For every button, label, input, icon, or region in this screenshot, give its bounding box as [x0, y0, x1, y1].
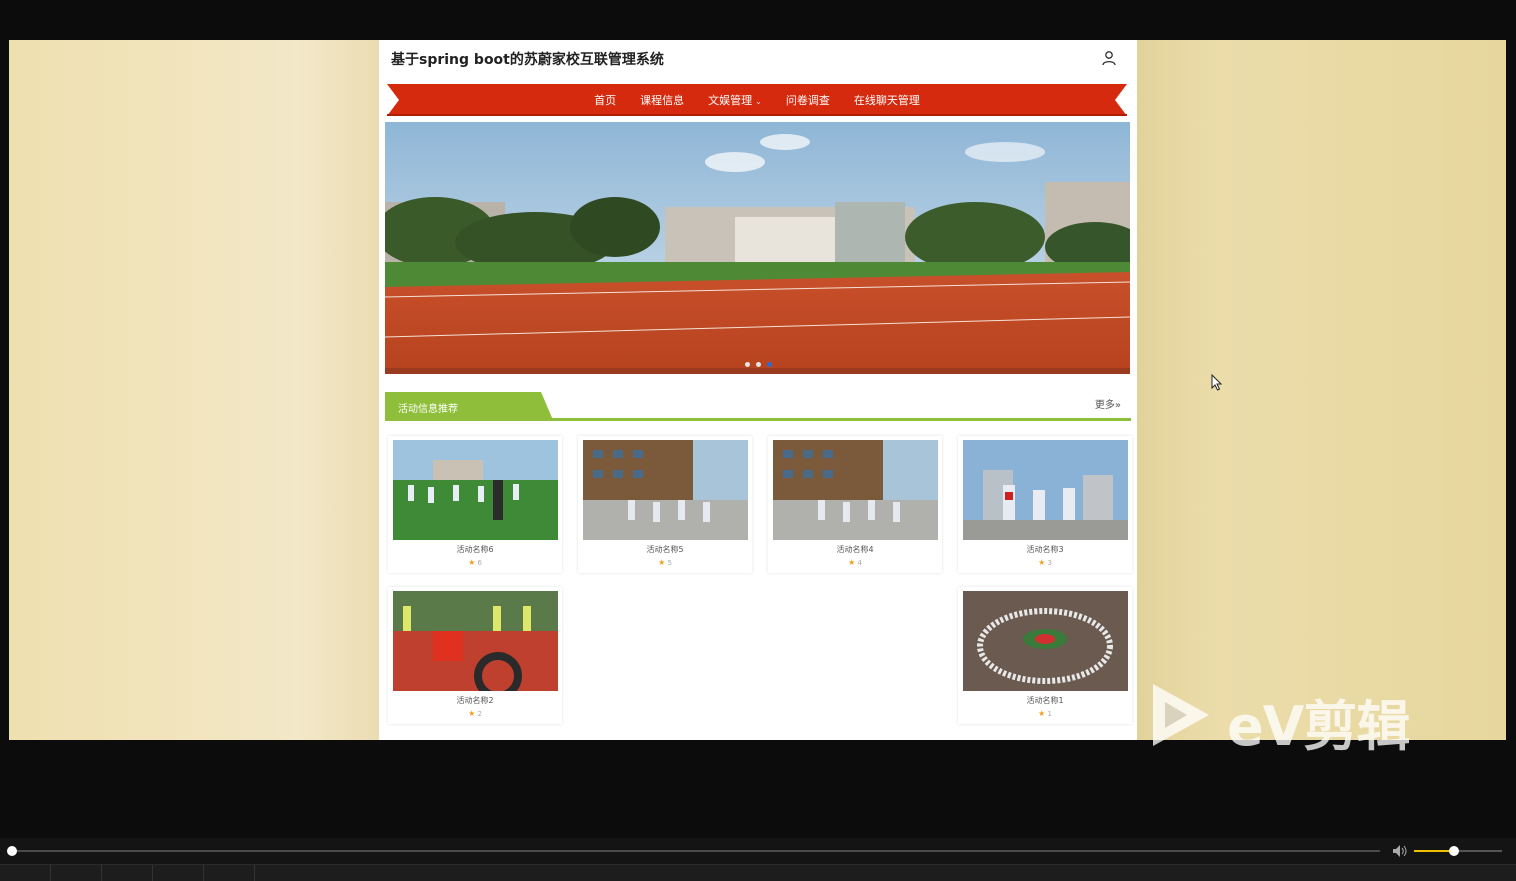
watermark-text: eV剪辑	[1227, 695, 1410, 758]
activity-card[interactable]: 活动名称6 ★ 6	[388, 436, 562, 573]
more-link[interactable]: 更多»	[1095, 396, 1121, 411]
activity-rating: ★ 6	[388, 558, 562, 567]
activity-thumbnail	[393, 440, 558, 540]
timeline-segment[interactable]	[51, 865, 102, 881]
timeline-segment[interactable]	[153, 865, 204, 881]
section-divider	[385, 418, 1131, 421]
activity-rating: ★ 1	[958, 709, 1132, 718]
activity-rating: ★ 3	[958, 558, 1132, 567]
nav-item-course-info[interactable]: 课程信息	[640, 92, 684, 108]
video-frame: 基于spring boot的苏蔚家校互联管理系统 首页 课程信息 文娱管理 ⌄ 问…	[9, 40, 1506, 740]
player-controls	[0, 838, 1516, 881]
volume-knob[interactable]	[1448, 846, 1459, 856]
activity-thumbnail	[963, 591, 1128, 691]
progress-knob[interactable]	[7, 846, 17, 856]
ev-watermark: eV剪辑	[1147, 680, 1437, 758]
activity-count: 5	[667, 559, 672, 567]
activity-rating: ★ 4	[768, 558, 942, 567]
background-shade-left	[299, 40, 379, 740]
timeline-segment[interactable]	[102, 865, 153, 881]
activity-name: 活动名称6	[456, 545, 494, 554]
star-icon: ★	[468, 558, 476, 567]
volume-icon[interactable]	[1392, 844, 1408, 858]
activity-card[interactable]: 活动名称2 ★ 2	[388, 587, 562, 724]
nav-item-entertainment[interactable]: 文娱管理 ⌄	[708, 92, 762, 108]
activity-card[interactable]: 活动名称1 ★ 1	[958, 587, 1132, 724]
star-icon: ★	[468, 709, 476, 718]
banner-carousel[interactable]	[385, 122, 1130, 374]
activity-name: 活动名称5	[646, 545, 684, 554]
user-icon[interactable]	[1101, 50, 1117, 66]
activity-count: 3	[1047, 559, 1052, 567]
star-icon: ★	[658, 558, 666, 567]
background-shade-right	[1136, 40, 1216, 740]
play-logo-icon	[1153, 684, 1209, 746]
progress-bar[interactable]	[7, 846, 1380, 856]
carousel-dot[interactable]	[756, 362, 761, 367]
web-page: 基于spring boot的苏蔚家校互联管理系统 首页 课程信息 文娱管理 ⌄ 问…	[379, 40, 1137, 740]
activity-thumbnail	[773, 440, 938, 540]
section-header: 活动信息推荐 更多»	[385, 392, 1131, 422]
chevron-down-icon: ⌄	[755, 97, 762, 106]
timeline-segment[interactable]	[204, 865, 255, 881]
activity-card[interactable]: 活动名称3 ★ 3	[958, 436, 1132, 573]
main-nav: 首页 课程信息 文娱管理 ⌄ 问卷调查 在线聊天管理	[387, 79, 1127, 121]
timeline-strip	[0, 864, 1516, 881]
volume-slider[interactable]	[1414, 846, 1502, 856]
activity-card[interactable]: 活动名称4 ★ 4	[768, 436, 942, 573]
activity-count: 1	[1047, 710, 1052, 718]
site-title: 基于spring boot的苏蔚家校互联管理系统	[391, 52, 664, 68]
nav-item-home[interactable]: 首页	[584, 79, 627, 121]
banner-image	[385, 122, 1130, 374]
mouse-cursor-icon	[1211, 374, 1223, 391]
nav-item-entertainment-label: 文娱管理	[708, 94, 753, 107]
activity-rating: ★ 2	[388, 709, 562, 718]
star-icon: ★	[1038, 709, 1046, 718]
carousel-dot[interactable]	[745, 362, 750, 367]
activity-count: 2	[477, 710, 482, 718]
activity-name: 活动名称4	[836, 545, 874, 554]
activity-thumbnail	[963, 440, 1128, 540]
timeline-segment[interactable]	[0, 865, 51, 881]
activity-card[interactable]: 活动名称5 ★ 5	[578, 436, 752, 573]
activity-thumbnail	[393, 591, 558, 691]
activity-name: 活动名称2	[456, 696, 494, 705]
activity-name: 活动名称3	[1026, 545, 1064, 554]
carousel-dot-active[interactable]	[767, 362, 772, 367]
activity-rating: ★ 5	[578, 558, 752, 567]
nav-item-chat[interactable]: 在线聊天管理	[854, 92, 920, 108]
activity-count: 6	[477, 559, 482, 567]
star-icon: ★	[1038, 558, 1046, 567]
volume-fill	[1414, 850, 1454, 852]
section-title: 活动信息推荐	[398, 404, 458, 415]
activity-name: 活动名称1	[1026, 696, 1064, 705]
star-icon: ★	[848, 558, 856, 567]
activity-thumbnail	[583, 440, 748, 540]
activity-count: 4	[857, 559, 862, 567]
carousel-dots	[745, 362, 772, 367]
nav-item-survey[interactable]: 问卷调查	[786, 92, 830, 108]
